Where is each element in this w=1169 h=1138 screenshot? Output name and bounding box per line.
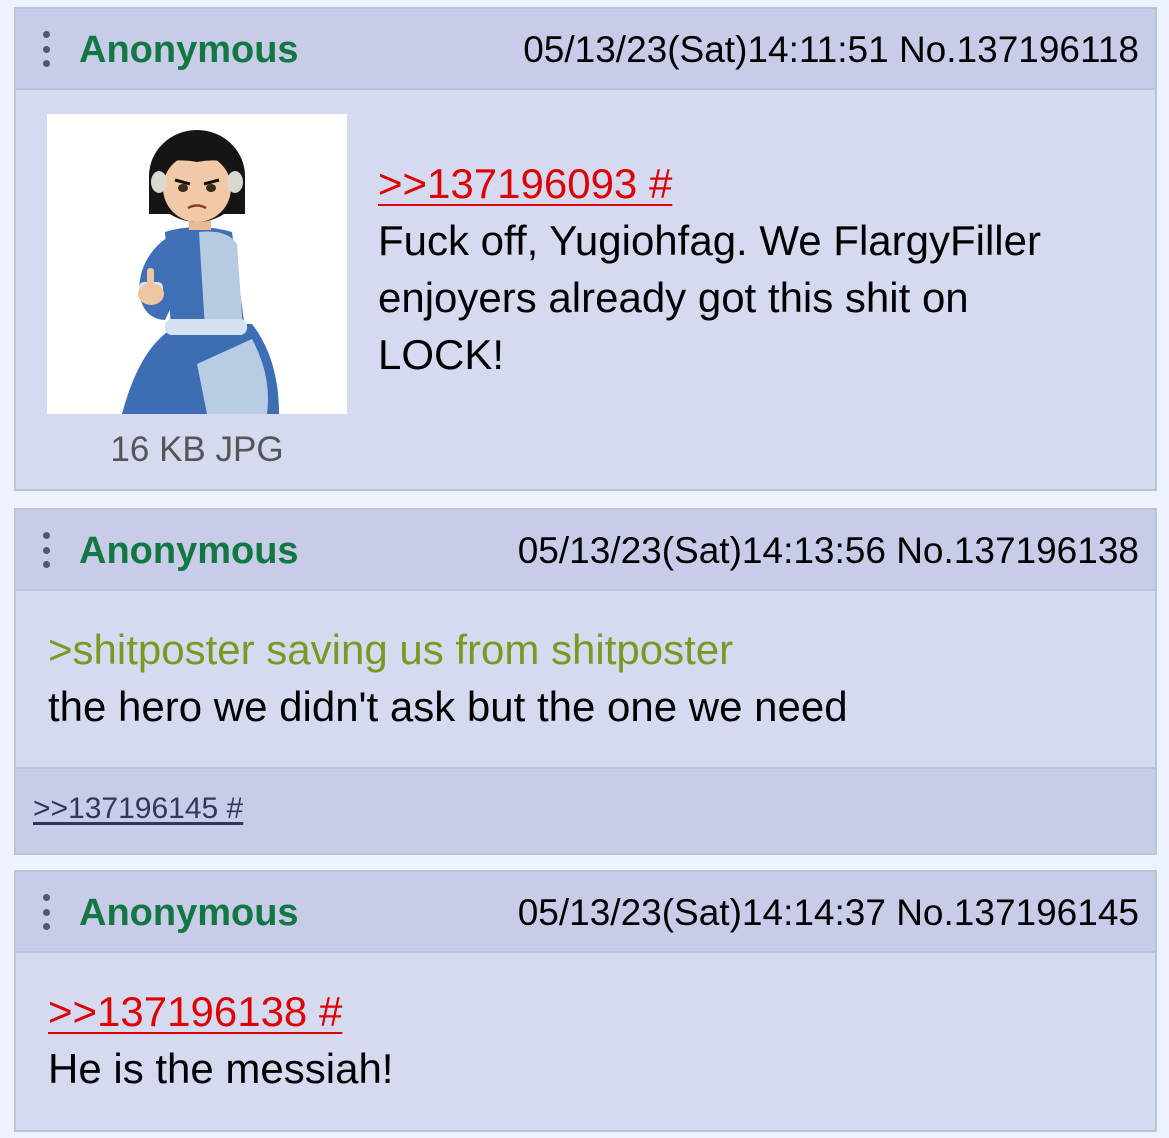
post-menu-icon[interactable] — [42, 31, 50, 67]
message-line: He is the messiah! — [48, 1045, 394, 1092]
post-137196145: Anonymous 05/13/23(Sat)14:14:37 No.13719… — [14, 870, 1157, 1132]
message-line: LOCK! — [378, 331, 505, 378]
post-137196118: Anonymous 05/13/23(Sat)14:11:51 No.13719… — [14, 7, 1157, 491]
backlinks-bar: >>137196145 # — [16, 767, 1155, 853]
post-author: Anonymous — [79, 530, 299, 572]
post-menu-icon[interactable] — [42, 894, 50, 930]
post-header: Anonymous 05/13/23(Sat)14:13:56 No.13719… — [16, 510, 1155, 591]
post-message: >>137196138 # He is the messiah! — [48, 983, 1128, 1097]
file-info: 16 KB JPG — [110, 430, 284, 469]
post-author: Anonymous — [79, 892, 299, 934]
post-meta[interactable]: 05/13/23(Sat)14:13:56 No.137196138 — [518, 529, 1139, 573]
post-header: Anonymous 05/13/23(Sat)14:11:51 No.13719… — [16, 9, 1155, 90]
post-thumbnail-image[interactable] — [47, 114, 347, 414]
backlink[interactable]: >>137196145 # — [33, 791, 243, 827]
post-message: >>137196093 # Fuck off, Yugiohfag. We Fl… — [378, 155, 1138, 383]
greentext-line: >shitposter saving us from shitposter — [48, 626, 734, 673]
post-message: >shitposter saving us from shitposter th… — [48, 621, 1128, 735]
post-137196138: Anonymous 05/13/23(Sat)14:13:56 No.13719… — [14, 508, 1157, 855]
cartoon-girl-middle-finger-thumbnail-icon — [122, 130, 279, 414]
post-menu-icon[interactable] — [42, 532, 50, 568]
post-meta[interactable]: 05/13/23(Sat)14:14:37 No.137196145 — [518, 891, 1139, 935]
post-meta[interactable]: 05/13/23(Sat)14:11:51 No.137196118 — [523, 28, 1139, 72]
post-author: Anonymous — [79, 29, 299, 71]
quote-link[interactable]: >>137196093 # — [378, 160, 672, 207]
post-header: Anonymous 05/13/23(Sat)14:14:37 No.13719… — [16, 872, 1155, 953]
message-line: enjoyers already got this shit on — [378, 274, 969, 321]
quote-link[interactable]: >>137196138 # — [48, 988, 342, 1035]
message-line: Fuck off, Yugiohfag. We FlargyFiller — [378, 217, 1041, 264]
message-line: the hero we didn't ask but the one we ne… — [48, 683, 848, 730]
